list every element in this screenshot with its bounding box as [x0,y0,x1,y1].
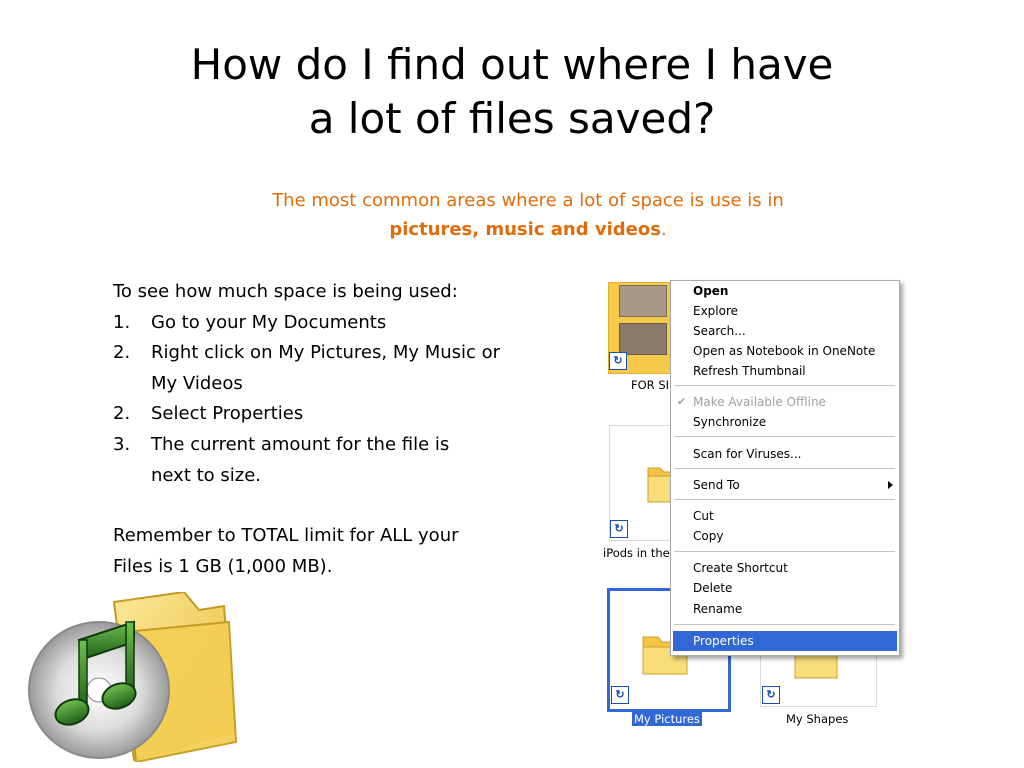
menu-separator [674,499,895,500]
title-line-2: a lot of files saved? [308,94,716,143]
music-folder-icon [28,592,238,762]
menu-separator [674,436,895,437]
slide-title: How do I find out where I have a lot of … [0,38,1024,146]
step-3: 2. Select Properties [113,399,583,430]
step-2-cont: My Videos [113,369,583,400]
menu-separator [674,551,895,552]
subtitle-period: . [660,219,667,240]
menu-item-explore[interactable]: Explore [693,301,738,321]
step-text: The current amount for the file is [151,433,450,455]
menu-item-create-shortcut[interactable]: Create Shortcut [693,558,788,578]
shortcut-arrow-icon: ↻ [611,686,629,704]
menu-separator [674,385,895,386]
menu-item-send-to[interactable]: Send To [693,475,740,495]
step-2: 2. Right click on My Pictures, My Music o… [113,338,583,369]
subtitle-line-2: pictures, music and videos. [218,215,838,244]
subtitle: The most common areas where a lot of spa… [218,186,838,244]
menu-separator [674,624,895,625]
step-text: next to size. [151,464,262,486]
step-number: 1. [113,311,131,333]
title-line-1: How do I find out where I have [190,40,834,89]
shortcut-arrow-icon: ↻ [609,352,627,370]
check-icon: ✔ [677,395,687,408]
menu-item-open-onenote[interactable]: Open as Notebook in OneNote [693,341,875,361]
step-4-cont: next to size. [113,461,583,492]
step-1: 1. Go to your My Documents [113,308,583,339]
folder-label[interactable]: iPods in the [603,546,670,560]
reminder-line-1: Remember to TOTAL limit for ALL your [113,525,459,547]
instructions: To see how much space is being used: 1. G… [113,277,583,582]
photo-thumbnail [619,285,667,317]
step-number: 2. [113,403,131,425]
menu-item-refresh-thumbnail[interactable]: Refresh Thumbnail [693,361,806,381]
context-menu: Open Explore Search... Open as Notebook … [670,280,900,656]
menu-item-make-offline: Make Available Offline [693,395,826,409]
menu-item-scan-viruses[interactable]: Scan for Viruses... [693,444,801,464]
step-4: 3. The current amount for the file is [113,430,583,461]
reminder-line-2: Files is 1 GB (1,000 MB). [113,555,333,577]
menu-item-synchronize[interactable]: Synchronize [693,412,766,432]
step-text: Right click on My Pictures, My Music or [151,342,501,364]
step-text: My Videos [151,372,243,394]
submenu-arrow-icon [888,481,893,489]
menu-separator [674,468,895,469]
subtitle-bold-text: pictures, music and videos [389,219,661,240]
instructions-intro: To see how much space is being used: [113,281,458,302]
shortcut-arrow-icon: ↻ [762,686,780,704]
menu-item-rename[interactable]: Rename [693,599,742,619]
photo-thumbnail [619,323,667,355]
menu-item-search[interactable]: Search... [693,321,746,341]
menu-item-cut[interactable]: Cut [693,506,714,526]
step-number: 2. [113,342,131,364]
folder-label[interactable]: FOR SI [631,378,669,392]
menu-item-copy[interactable]: Copy [693,526,723,546]
subtitle-line-1: The most common areas where a lot of spa… [272,190,784,211]
menu-item-properties[interactable]: Properties [693,631,754,651]
folder-label[interactable]: My Shapes [786,712,848,726]
step-text: Select Properties [151,403,304,425]
step-text: Go to your My Documents [151,311,387,333]
menu-item-open[interactable]: Open [693,281,728,301]
shortcut-arrow-icon: ↻ [610,520,628,538]
step-number: 3. [113,433,131,455]
menu-item-delete[interactable]: Delete [693,578,732,598]
folder-label-selected[interactable]: My Pictures [632,712,702,726]
